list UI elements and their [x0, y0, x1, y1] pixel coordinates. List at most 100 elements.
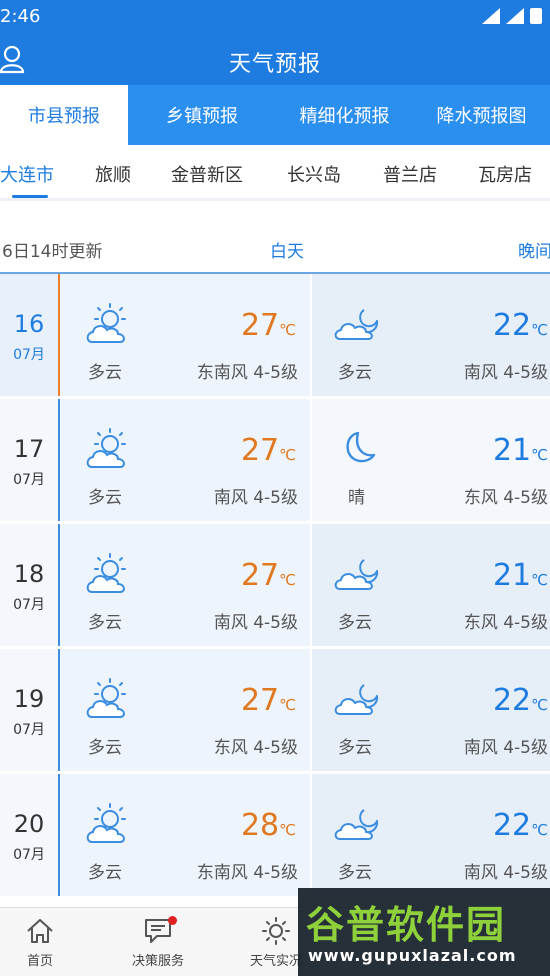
night-wind: 南风 4-5级 [463, 863, 548, 883]
night-temp-value: 21 [492, 558, 532, 593]
watermark-title: 谷普软件园 [306, 903, 507, 947]
moon-icon [346, 431, 376, 463]
page-title: 天气预报 [228, 52, 321, 77]
night-temperature: 21℃ [493, 558, 548, 593]
forecast-row[interactable]: 20 07月 28℃ 多云 东南风 4-5级 22℃ 多云 南风 4-5级 [0, 774, 550, 896]
night-temperature: 22℃ [493, 308, 548, 343]
night-forecast: 22℃ 多云 南风 4-5级 [312, 649, 550, 771]
district-selector: 大连市 旅顺 金普新区 长兴岛 普兰店 瓦房店 [0, 145, 550, 201]
notification-badge [168, 916, 177, 925]
partly-cloudy-night-icon [334, 809, 379, 840]
day-condition: 多云 [88, 613, 122, 633]
district-jinpu[interactable]: 金普新区 [171, 161, 243, 187]
night-wind: 东风 4-5级 [463, 488, 548, 508]
day-temperature: 27℃ [241, 558, 296, 593]
month: 07月 [13, 347, 45, 363]
day-temp-value: 27 [240, 433, 280, 468]
night-wind: 南风 4-5级 [463, 363, 548, 383]
district-lvshun[interactable]: 旅顺 [95, 161, 131, 187]
nav-home[interactable]: 首页 [0, 908, 80, 976]
update-time: 6日14时更新 [2, 242, 103, 262]
day-forecast: 27℃ 多云 南风 4-5级 [60, 399, 310, 521]
night-forecast: 22℃ 多云 南风 4-5级 [312, 274, 550, 396]
sun-icon [262, 917, 290, 945]
day-temp-value: 28 [240, 808, 280, 843]
day-wind: 东风 4-5级 [213, 738, 298, 758]
month: 07月 [13, 472, 45, 488]
night-forecast: 21℃ 晴 东风 4-5级 [312, 399, 550, 521]
temp-unit: ℃ [279, 821, 296, 839]
active-district-indicator [12, 195, 48, 198]
day-wind: 东南风 4-5级 [196, 863, 298, 883]
forecast-tabs: 市县预报 乡镇预报 精细化预报 降水预报图 [0, 85, 550, 145]
night-temp-value: 22 [492, 308, 532, 343]
night-condition: 多云 [338, 738, 372, 758]
day-temp-value: 27 [240, 683, 280, 718]
day-condition: 多云 [88, 488, 122, 508]
tab-county-forecast[interactable]: 市县预报 [0, 85, 128, 145]
day-temperature: 28℃ [241, 808, 296, 843]
temp-unit: ℃ [279, 446, 296, 464]
month: 07月 [13, 722, 45, 738]
day-number: 20 [13, 810, 45, 838]
day-forecast: 27℃ 多云 东风 4-5级 [60, 649, 310, 771]
temp-unit: ℃ [531, 321, 548, 339]
day-forecast: 28℃ 多云 东南风 4-5级 [60, 774, 310, 896]
date-cell: 16 07月 [0, 274, 60, 396]
night-condition: 多云 [338, 863, 372, 883]
temp-unit: ℃ [531, 821, 548, 839]
status-icons [482, 8, 542, 24]
tab-town-forecast[interactable]: 乡镇预报 [128, 85, 276, 145]
night-wind: 南风 4-5级 [463, 738, 548, 758]
month: 07月 [13, 847, 45, 863]
night-temp-value: 21 [492, 433, 532, 468]
watermark-url: www.gupuxlazal.com [308, 946, 517, 965]
district-dalian[interactable]: 大连市 [0, 161, 54, 187]
tab-precip-map[interactable]: 降水预报图 [413, 85, 550, 145]
partly-cloudy-day-icon [86, 803, 126, 843]
temp-unit: ℃ [531, 696, 548, 714]
night-condition: 多云 [338, 363, 372, 383]
day-temperature: 27℃ [241, 308, 296, 343]
temp-unit: ℃ [279, 571, 296, 589]
forecast-row[interactable]: 17 07月 27℃ 多云 南风 4-5级 21℃ 晴 东风 4-5级 [0, 399, 550, 524]
temp-unit: ℃ [531, 571, 548, 589]
battery-icon [530, 8, 542, 24]
watermark: 谷普软件园 www.gupuxlazal.com [298, 888, 550, 976]
night-temp-value: 22 [492, 808, 532, 843]
day-number: 18 [13, 560, 45, 588]
tab-fine-forecast[interactable]: 精细化预报 [276, 85, 413, 145]
partly-cloudy-day-icon [86, 303, 126, 343]
district-wafangdian[interactable]: 瓦房店 [478, 161, 532, 187]
day-number: 17 [13, 435, 45, 463]
night-temperature: 22℃ [493, 683, 548, 718]
forecast-row[interactable]: 16 07月 27℃ 多云 东南风 4-5级 22℃ 多云 南风 4-5级 [0, 274, 550, 399]
day-condition: 多云 [88, 363, 122, 383]
day-condition: 多云 [88, 738, 122, 758]
nav-decision-service[interactable]: 决策服务 [118, 908, 198, 976]
update-row: 6日14时更新 白天 晚间 [0, 222, 550, 274]
partly-cloudy-day-icon [86, 428, 126, 468]
partly-cloudy-day-icon [86, 553, 126, 593]
day-wind: 南风 4-5级 [213, 613, 298, 633]
nav-home-label: 首页 [26, 954, 53, 969]
temp-unit: ℃ [531, 446, 548, 464]
temp-unit: ℃ [279, 321, 296, 339]
partly-cloudy-day-icon [86, 678, 126, 718]
night-condition: 多云 [338, 613, 372, 633]
month: 07月 [13, 597, 45, 613]
day-wind: 南风 4-5级 [213, 488, 298, 508]
day-forecast: 27℃ 多云 东南风 4-5级 [60, 274, 310, 396]
day-forecast: 27℃ 多云 南风 4-5级 [60, 524, 310, 646]
forecast-row[interactable]: 18 07月 27℃ 多云 南风 4-5级 21℃ 多云 东风 4-5级 [0, 524, 550, 649]
night-forecast: 21℃ 多云 东风 4-5级 [312, 524, 550, 646]
day-temp-value: 27 [240, 308, 280, 343]
status-time: 2:46 [0, 6, 41, 27]
district-changxingdao[interactable]: 长兴岛 [287, 161, 341, 187]
nav-decision-label: 决策服务 [131, 954, 184, 969]
night-temperature: 21℃ [493, 433, 548, 468]
district-pulandian[interactable]: 普兰店 [383, 161, 437, 187]
forecast-row[interactable]: 19 07月 27℃ 多云 东风 4-5级 22℃ 多云 南风 4-5级 [0, 649, 550, 774]
partly-cloudy-night-icon [334, 559, 379, 590]
date-cell: 17 07月 [0, 399, 60, 521]
